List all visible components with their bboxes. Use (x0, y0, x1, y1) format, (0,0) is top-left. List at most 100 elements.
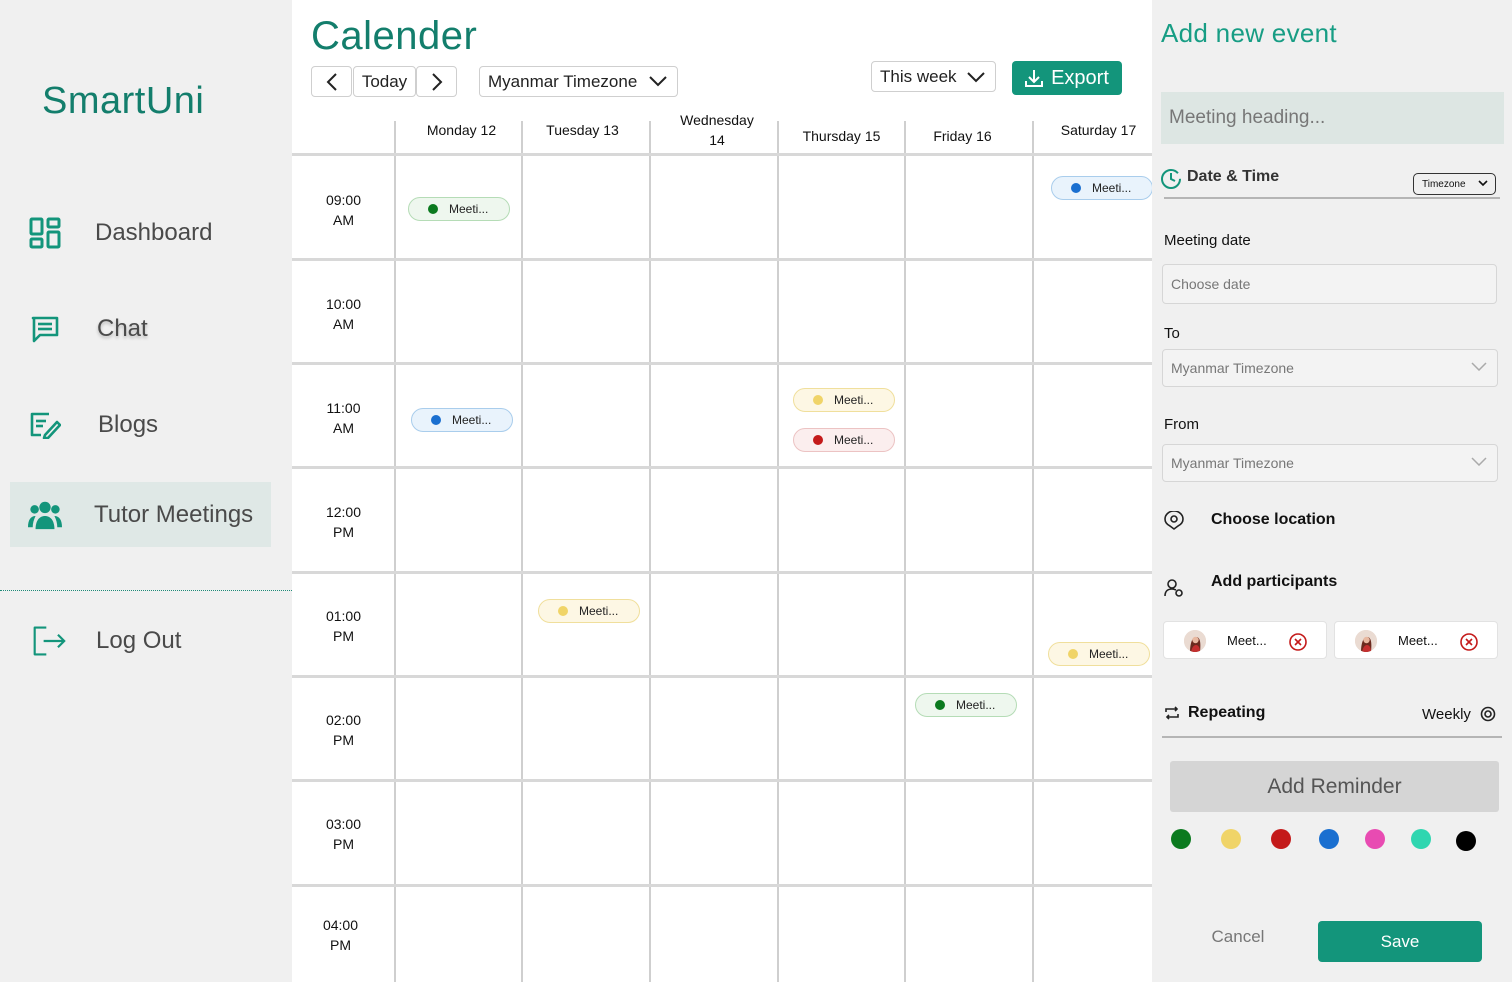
add-participants-row[interactable]: Add participants (1162, 568, 1462, 600)
week-grid: Monday 12 Tuesday 13 Wednesday 14 Thursd… (292, 105, 1153, 982)
event-chip[interactable]: Meeti... (1051, 176, 1153, 200)
event-chip[interactable]: Meeti... (1048, 642, 1150, 666)
timezone-select-value: Myanmar Timezone (488, 71, 638, 91)
event-label: Meeti... (1092, 181, 1132, 195)
brand-logo: SmartUni (42, 80, 205, 122)
sidebar-item-blogs[interactable]: Blogs (10, 392, 271, 457)
event-label: Meeti... (956, 698, 996, 712)
sidebar-item-chat[interactable]: Chat (10, 296, 271, 361)
prev-week-button[interactable] (311, 66, 352, 97)
add-user-icon (1164, 578, 1184, 603)
time-label: 10:00 AM (325, 296, 362, 332)
time-label: 04:00 PM (322, 917, 359, 953)
participant-chip: Meet... (1334, 621, 1498, 659)
remove-participant-icon[interactable] (1288, 632, 1308, 657)
color-swatch-pink[interactable] (1365, 829, 1385, 849)
event-chip[interactable]: Meeti... (915, 693, 1017, 717)
range-select[interactable]: This week (871, 61, 996, 92)
sidebar-item-tutor-meetings[interactable]: Tutor Meetings (10, 482, 271, 547)
timezone-select[interactable]: Myanmar Timezone (479, 66, 678, 97)
day-header-saturday: Saturday 17 (1060, 122, 1137, 138)
save-button[interactable]: Save (1318, 921, 1482, 962)
sidebar-item-label: Chat (97, 314, 148, 342)
repeat-icon (1164, 705, 1180, 726)
color-swatch-red[interactable] (1271, 829, 1291, 849)
event-label: Meeti... (834, 433, 874, 447)
export-button[interactable]: Export (1012, 61, 1122, 95)
chevron-down-icon (1471, 362, 1487, 371)
remove-participant-icon[interactable] (1459, 632, 1479, 657)
event-color-dot (1068, 649, 1078, 659)
time-label: 01:00 PM (325, 608, 362, 644)
chevron-right-icon (431, 72, 442, 91)
event-label: Meeti... (834, 393, 874, 407)
event-color-dot (813, 395, 823, 405)
cancel-button[interactable]: Cancel (1198, 926, 1278, 948)
sidebar-item-logout[interactable]: Log Out (10, 608, 271, 673)
divider (1164, 197, 1500, 199)
date-picker-field[interactable]: Choose date (1162, 264, 1497, 304)
repeating-value: Weekly (1422, 706, 1471, 723)
event-chip[interactable]: Meeti... (538, 599, 640, 623)
color-swatch-black[interactable] (1456, 831, 1476, 851)
grid-hline (292, 362, 1152, 365)
divider (1162, 736, 1502, 738)
today-button[interactable]: Today (353, 66, 416, 97)
chevron-left-icon (326, 72, 337, 91)
time-label: 09:00 AM (325, 192, 362, 228)
to-label: To (1164, 325, 1180, 342)
from-timezone-value: Myanmar Timezone (1171, 455, 1294, 471)
event-chip[interactable]: Meeti... (793, 428, 895, 452)
day-header-friday: Friday 16 (933, 128, 992, 144)
event-chip[interactable]: Meeti... (411, 408, 513, 432)
sidebar-item-dashboard[interactable]: Dashboard (10, 200, 271, 265)
time-label: 03:00 PM (325, 816, 362, 852)
event-chip[interactable]: Meeti... (793, 388, 895, 412)
color-swatch-blue[interactable] (1319, 829, 1339, 849)
chevron-down-icon (1471, 457, 1487, 466)
next-week-button[interactable] (416, 66, 457, 97)
from-timezone-select[interactable]: Myanmar Timezone (1162, 444, 1498, 482)
grid-hline (292, 779, 1152, 782)
meeting-date-label: Meeting date (1164, 232, 1251, 249)
sidebar-item-label: Blogs (98, 410, 159, 438)
to-timezone-value: Myanmar Timezone (1171, 360, 1294, 376)
repeating-select[interactable]: Weekly (1422, 706, 1496, 723)
grid-vline (904, 121, 906, 982)
sidebar-item-label: Log Out (96, 626, 182, 654)
sidebar-divider (0, 590, 298, 591)
avatar (1355, 630, 1377, 652)
grid-vline (649, 121, 651, 982)
event-label: Meeti... (1089, 647, 1129, 661)
color-swatch-teal[interactable] (1411, 829, 1431, 849)
timezone-pill[interactable]: Timezone (1413, 173, 1496, 195)
event-label: Meeti... (449, 202, 489, 216)
page-title: Calender (311, 14, 478, 58)
grid-vline (777, 121, 779, 982)
chevron-down-icon (967, 72, 985, 83)
grid-vline (521, 121, 523, 982)
color-swatch-yellow[interactable] (1221, 829, 1241, 849)
event-color-dot (428, 204, 438, 214)
sidebar-item-label: Tutor Meetings (94, 500, 254, 528)
add-reminder-button[interactable]: Add Reminder (1170, 761, 1499, 812)
grid-hline (292, 466, 1152, 469)
timezone-pill-label: Timezone (1422, 178, 1466, 190)
event-label: Meeti... (452, 413, 492, 427)
event-color-dot (1071, 183, 1081, 193)
blog-edit-icon (28, 408, 62, 442)
event-color-dot (558, 606, 568, 616)
color-swatch-green[interactable] (1171, 829, 1191, 849)
day-header-thursday: Thursday 15 (802, 128, 881, 144)
to-timezone-select[interactable]: Myanmar Timezone (1162, 349, 1498, 387)
meeting-heading-input[interactable] (1161, 92, 1504, 144)
add-event-panel: Add new event Date & Time Timezone Meeti… (1152, 0, 1512, 982)
event-chip[interactable]: Meeti... (408, 197, 510, 221)
grid-vline (1032, 121, 1034, 982)
sidebar-item-label: Dashboard (95, 218, 213, 246)
day-header-monday: Monday 12 (426, 122, 497, 138)
choose-location-row[interactable]: Choose location (1162, 505, 1462, 537)
participant-name: Meet... (1398, 633, 1438, 648)
sidebar: SmartUni Dashboard Chat Blogs Tutor Meet… (0, 0, 298, 982)
location-pin-icon (1164, 510, 1184, 536)
